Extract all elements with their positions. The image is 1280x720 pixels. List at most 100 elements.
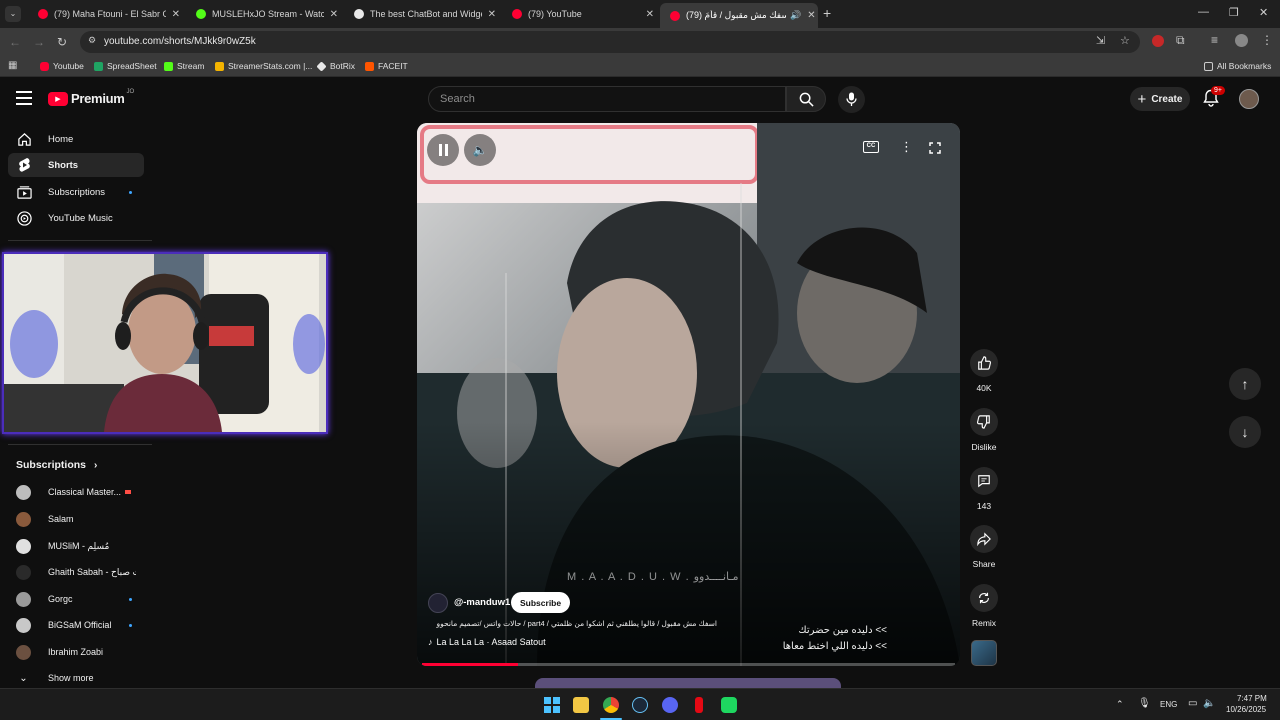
bookmark-youtube[interactable]: Youtube: [40, 61, 84, 71]
pause-button[interactable]: [427, 134, 459, 166]
show-hidden-icons-icon[interactable]: ⌃: [1116, 699, 1124, 710]
media-controls-icon[interactable]: ≡: [1211, 33, 1218, 47]
extension-icon[interactable]: [1152, 35, 1164, 47]
browser-tab[interactable]: MUSLEHxJO Stream - Watch Li ✕: [186, 3, 338, 25]
subscription-item[interactable]: Salam: [16, 509, 144, 529]
captions-icon[interactable]: CC: [863, 141, 879, 153]
subscribe-button[interactable]: Subscribe: [511, 592, 571, 613]
apps-grid-icon[interactable]: ▦: [8, 60, 17, 71]
close-window-icon[interactable]: ✕: [1259, 6, 1268, 19]
sidebar-item-shorts[interactable]: Shorts: [8, 153, 144, 177]
speaker-icon[interactable]: 🔊: [790, 10, 801, 21]
more-options-icon[interactable]: ⋮: [900, 139, 913, 155]
subscriptions-heading-label: Subscriptions: [16, 459, 87, 471]
bookmark-star-icon[interactable]: ☆: [1120, 34, 1130, 47]
sidebar-item-subscriptions[interactable]: Subscriptions: [8, 180, 144, 204]
channel-avatar[interactable]: [428, 593, 448, 613]
minimize-icon[interactable]: —: [1198, 6, 1209, 18]
create-button[interactable]: + Create: [1130, 87, 1190, 111]
close-tab-icon[interactable]: ✕: [488, 9, 496, 20]
extensions-puzzle-icon[interactable]: ⧉: [1176, 33, 1185, 48]
previous-short-button[interactable]: ↑: [1229, 368, 1261, 400]
short-caption[interactable]: اسفك مش مقبول / قالوا يطلقني ثم اشكوا من…: [427, 619, 717, 628]
install-app-icon[interactable]: ⇲: [1096, 34, 1105, 47]
browser-tab[interactable]: The best ChatBot and Widgets ✕: [344, 3, 496, 25]
bookmark-streamerstats[interactable]: StreamerStats.com |...: [215, 61, 312, 71]
dislike-button[interactable]: Dislike: [969, 408, 999, 452]
share-button[interactable]: Share: [969, 525, 999, 569]
browser-tab[interactable]: (79) YouTube ✕: [502, 3, 654, 25]
channel-avatar: [16, 484, 31, 500]
site-info-icon[interactable]: ⚙: [88, 35, 96, 46]
hamburger-menu-icon[interactable]: [16, 91, 32, 105]
reload-icon[interactable]: ↻: [57, 35, 67, 49]
clock-time[interactable]: 7:47 PM: [1237, 694, 1267, 703]
input-language[interactable]: ENG: [1160, 700, 1177, 709]
account-avatar[interactable]: [1239, 89, 1259, 109]
discord-icon[interactable]: [662, 697, 678, 713]
notifications-button[interactable]: 9+: [1203, 86, 1225, 112]
whatsapp-icon[interactable]: [721, 697, 737, 713]
fullscreen-icon[interactable]: [929, 141, 941, 154]
search-button[interactable]: [786, 86, 826, 112]
new-tab-button[interactable]: +: [823, 5, 831, 21]
chrome-icon[interactable]: [603, 697, 619, 713]
subscription-item[interactable]: MUSliM - مُسلِم: [16, 536, 144, 556]
file-explorer-icon[interactable]: [573, 697, 589, 713]
profile-avatar-icon[interactable]: [1235, 34, 1248, 47]
like-button[interactable]: 40K: [969, 349, 999, 393]
bookmark-label: SpreadSheet: [107, 61, 157, 71]
browser-tab-active[interactable]: (79) اسفك مش مقبول / قأمَ 🔊 ✕: [660, 3, 818, 28]
forward-icon[interactable]: →: [33, 35, 45, 49]
youtube-logo[interactable]: ▶ Premium JO: [48, 89, 134, 106]
close-tab-icon[interactable]: ✕: [646, 9, 654, 20]
browser-menu-icon[interactable]: ⋮: [1261, 33, 1273, 47]
short-video-player[interactable]: 🔈 CC ⋮ M . A . A . D . U . W . مـانــــد…: [417, 123, 960, 666]
browser-tab[interactable]: (79) Maha Ftouni - El Sabr Gam ✕: [28, 3, 180, 25]
remix-button[interactable]: Remix: [969, 584, 999, 628]
sidebar-item-home[interactable]: Home: [8, 127, 144, 151]
channel-handle[interactable]: @-manduw1: [454, 597, 510, 608]
bookmark-spreadsheet[interactable]: SpreadSheet: [94, 61, 157, 71]
sound-thumbnail[interactable]: [971, 640, 997, 666]
next-short-preview[interactable]: [535, 678, 841, 688]
volume-tray-icon[interactable]: 🔈: [1203, 698, 1215, 709]
clock-date[interactable]: 10/26/2025: [1226, 705, 1266, 714]
subscription-item[interactable]: Ghaith Sabah - غيث صباح: [16, 562, 144, 582]
network-icon[interactable]: ▭: [1188, 698, 1197, 709]
sound-link[interactable]: ♪ La La La La · Asaad Satout: [428, 637, 546, 647]
search-input[interactable]: Search: [428, 86, 786, 112]
bookmark-botrix[interactable]: BotRix: [316, 60, 356, 72]
subscription-item[interactable]: Ibrahim Zoabi: [16, 642, 144, 662]
bookmark-stream[interactable]: Stream: [164, 61, 204, 71]
comments-button[interactable]: 143: [969, 467, 999, 511]
tab-search-button[interactable]: ⌄: [5, 6, 21, 22]
subscription-item[interactable]: Gorgc: [16, 589, 144, 609]
tab-title: The best ChatBot and Widgets: [370, 9, 482, 19]
bookmark-faceit[interactable]: FACEIT: [365, 61, 408, 71]
subscription-item[interactable]: BiGSaM Official: [16, 615, 144, 635]
show-more-button[interactable]: ⌄ Show more: [16, 668, 144, 688]
volume-button[interactable]: 🔈: [464, 134, 496, 166]
sidebar-item-youtube-music[interactable]: YouTube Music: [8, 206, 144, 230]
next-short-button[interactable]: ↓: [1229, 416, 1261, 448]
back-icon[interactable]: ←: [9, 35, 21, 49]
voice-search-button[interactable]: [838, 86, 865, 113]
address-bar[interactable]: ⚙ youtube.com/shorts/MJkk9r0wZ5k ⇲ ☆: [80, 31, 1140, 53]
restore-icon[interactable]: ❐: [1229, 6, 1239, 19]
netflix-icon[interactable]: [695, 697, 703, 713]
all-bookmarks-button[interactable]: All Bookmarks: [1204, 61, 1271, 71]
windows-start-icon[interactable]: [544, 697, 560, 713]
close-tab-icon[interactable]: ✕: [172, 9, 180, 20]
steam-icon[interactable]: [632, 697, 648, 713]
microphone-tray-icon[interactable]: 🎙: [1138, 698, 1151, 709]
comment-icon: [970, 467, 998, 495]
close-tab-icon[interactable]: ✕: [330, 9, 338, 20]
bookmark-label: BotRix: [330, 61, 356, 71]
close-tab-icon[interactable]: ✕: [807, 10, 815, 21]
progress-bar[interactable]: [422, 663, 955, 666]
subscriptions-heading[interactable]: Subscriptions ›: [16, 459, 97, 471]
subscription-item[interactable]: Classical Master...: [16, 482, 144, 502]
sidebar-item-label: Subscriptions: [48, 186, 106, 198]
sidebar-item-label: Shorts: [48, 159, 79, 171]
